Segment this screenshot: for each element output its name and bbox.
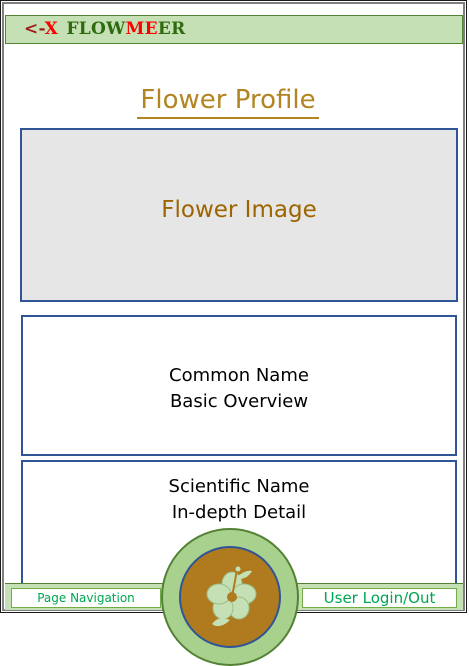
back-arrow-label[interactable]: <- [24,19,45,39]
indepth-detail-label: In-depth Detail [171,502,307,523]
logo-text-flow: FLOW [66,19,126,39]
common-name-label: Common Name [169,365,309,386]
scientific-name-label: Scientific Name [168,476,310,497]
close-label[interactable]: X [45,19,59,39]
logo-text-er: ER [157,19,186,39]
logo-text-me: ME [125,19,158,39]
home-button-inner[interactable] [179,546,281,648]
home-button[interactable] [161,528,299,666]
basic-overview-label: Basic Overview [169,391,309,412]
back-close-button[interactable]: <-X [24,19,58,39]
common-name-section: Common Name Basic Overview [21,315,457,456]
flower-image-label: Flower Image [161,197,317,223]
flower-image-placeholder: Flower Image [20,128,458,302]
user-login-button[interactable]: User Login/Out [302,588,457,608]
hibiscus-flower-icon [206,566,257,627]
page-title: Flower Profile [137,83,319,119]
page-navigation-button[interactable]: Page Navigation [11,588,161,608]
app-logo: FLOWMEER [66,19,185,39]
top-bar: <-X FLOWMEER [5,15,463,44]
